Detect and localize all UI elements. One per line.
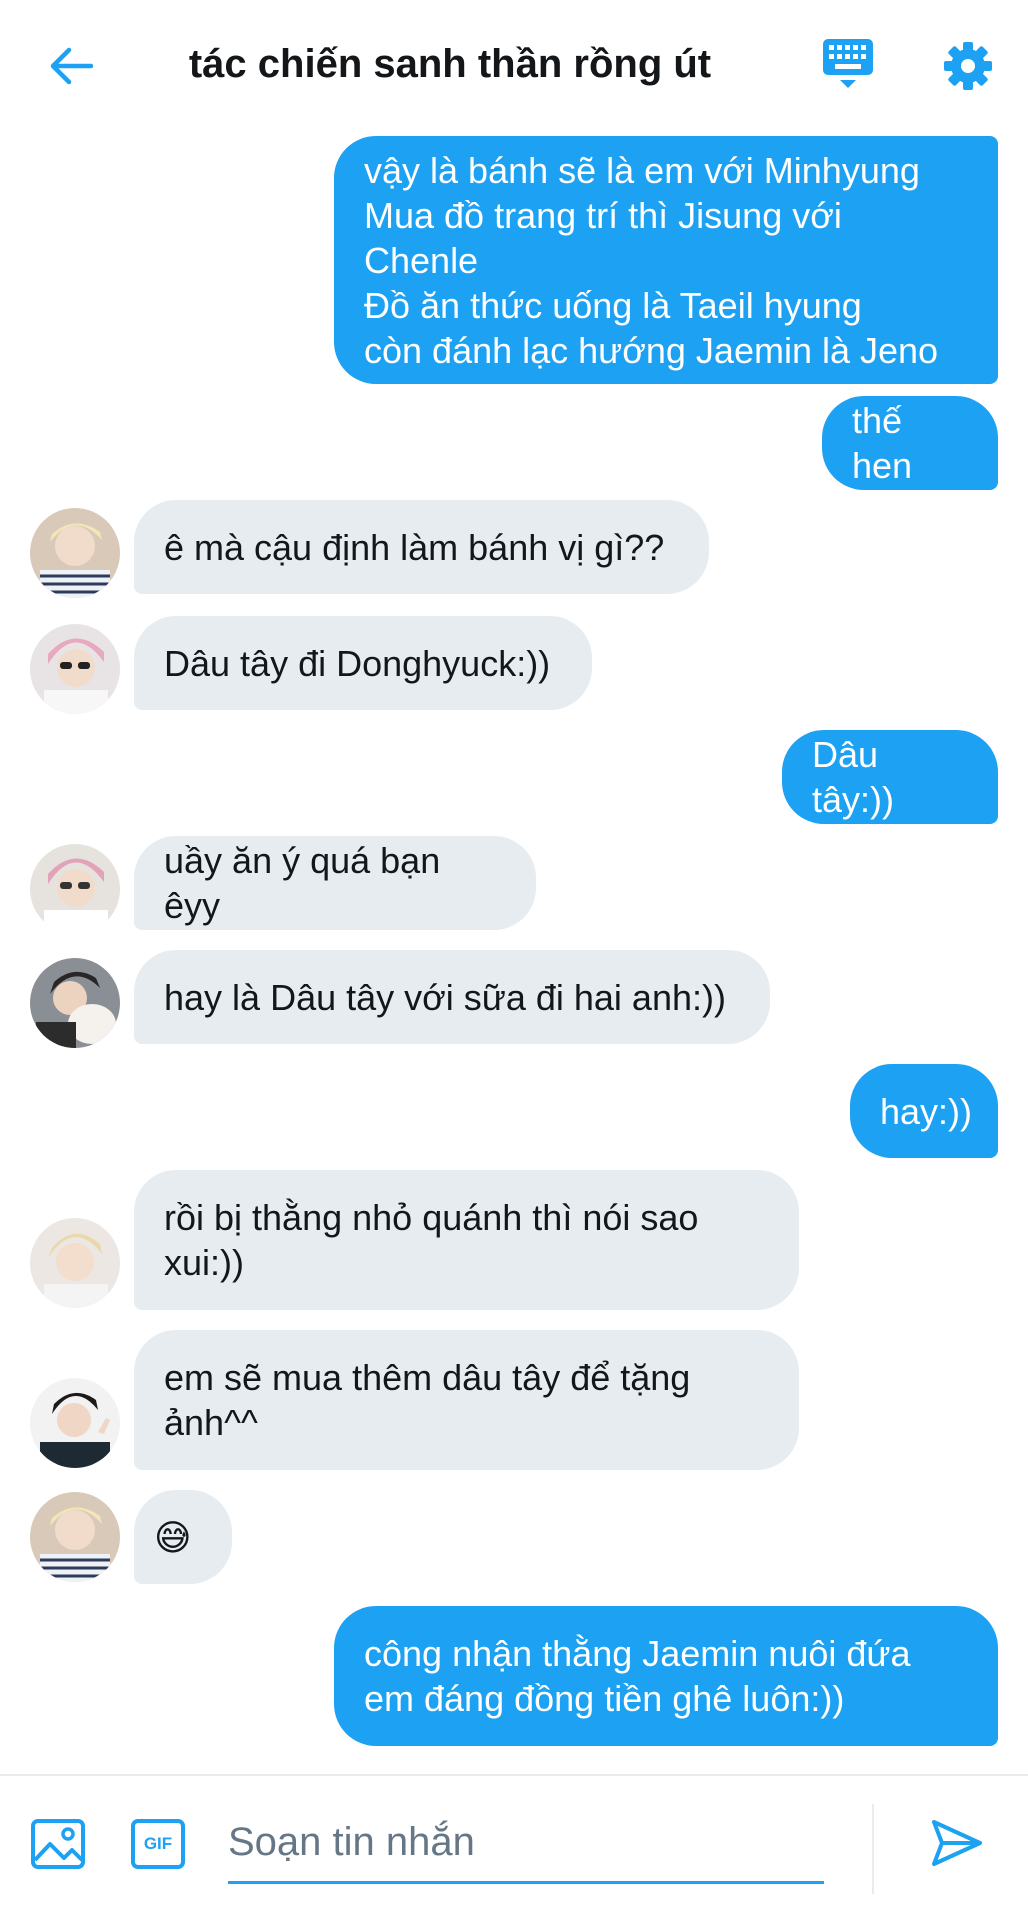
avatar-image — [30, 624, 120, 714]
avatar[interactable] — [30, 624, 120, 714]
avatar-image — [30, 1218, 120, 1308]
settings-button[interactable] — [938, 36, 998, 96]
avatar-image — [30, 1492, 120, 1582]
back-button[interactable] — [40, 36, 100, 96]
message-bubble-incoming[interactable]: uầy ăn ý quá bạn êyy — [134, 836, 536, 930]
avatar[interactable] — [30, 1218, 120, 1308]
keyboard-shortcuts-button[interactable] — [818, 34, 878, 94]
avatar[interactable] — [30, 1492, 120, 1582]
gear-icon — [944, 42, 992, 90]
message-bubble-incoming[interactable]: em sẽ mua thêm dâu tây để tặng ảnh^^ — [134, 1330, 799, 1470]
message-bubble-incoming[interactable]: ê mà cậu định làm bánh vị gì?? — [134, 500, 709, 594]
avatar-image — [30, 1378, 120, 1468]
conversation-title[interactable]: tác chiến sanh thần rồng út — [140, 38, 760, 90]
avatar[interactable] — [30, 958, 120, 1048]
avatar[interactable] — [30, 1378, 120, 1468]
add-photo-button[interactable] — [30, 1816, 90, 1876]
dm-conversation-screen: tác chiến sanh thần rồng út vậy là bánh … — [0, 0, 1028, 1920]
gif-label: GIF — [143, 1834, 173, 1853]
message-bubble-outgoing[interactable]: thế hen — [822, 396, 998, 490]
avatar-image — [30, 844, 120, 934]
message-bubble-outgoing[interactable]: Dâu tây:)) — [782, 730, 998, 824]
send-icon — [932, 1820, 982, 1866]
message-bubble-outgoing[interactable]: hay:)) — [850, 1064, 998, 1158]
message-bubble-outgoing[interactable]: vậy là bánh sẽ là em với Minhyung Mua đồ… — [334, 136, 998, 384]
avatar-image — [30, 958, 120, 1048]
image-icon — [31, 1819, 85, 1869]
send-button[interactable] — [930, 1816, 990, 1876]
message-input[interactable] — [228, 1804, 824, 1884]
keyboard-icon — [823, 39, 873, 88]
message-bubble-outgoing[interactable]: công nhận thằng Jaemin nuôi đứa em đáng … — [334, 1606, 998, 1746]
message-bubble-incoming[interactable]: rồi bị thằng nhỏ quánh thì nói sao xui:)… — [134, 1170, 799, 1310]
message-bubble-incoming[interactable]: 😅 — [134, 1490, 232, 1584]
arrow-left-icon — [50, 47, 93, 85]
message-bubble-incoming[interactable]: hay là Dâu tây với sữa đi hai anh:)) — [134, 950, 770, 1044]
composer-divider — [872, 1804, 874, 1894]
message-composer: GIF — [0, 1774, 1028, 1920]
add-gif-button[interactable]: GIF — [130, 1816, 190, 1876]
avatar[interactable] — [30, 508, 120, 598]
avatar-image — [30, 508, 120, 598]
conversation-header: tác chiến sanh thần rồng út — [0, 0, 1028, 128]
message-bubble-incoming[interactable]: Dâu tây đi Donghyuck:)) — [134, 616, 592, 710]
avatar[interactable] — [30, 844, 120, 934]
message-list: vậy là bánh sẽ là em với Minhyung Mua đồ… — [0, 128, 1028, 1768]
